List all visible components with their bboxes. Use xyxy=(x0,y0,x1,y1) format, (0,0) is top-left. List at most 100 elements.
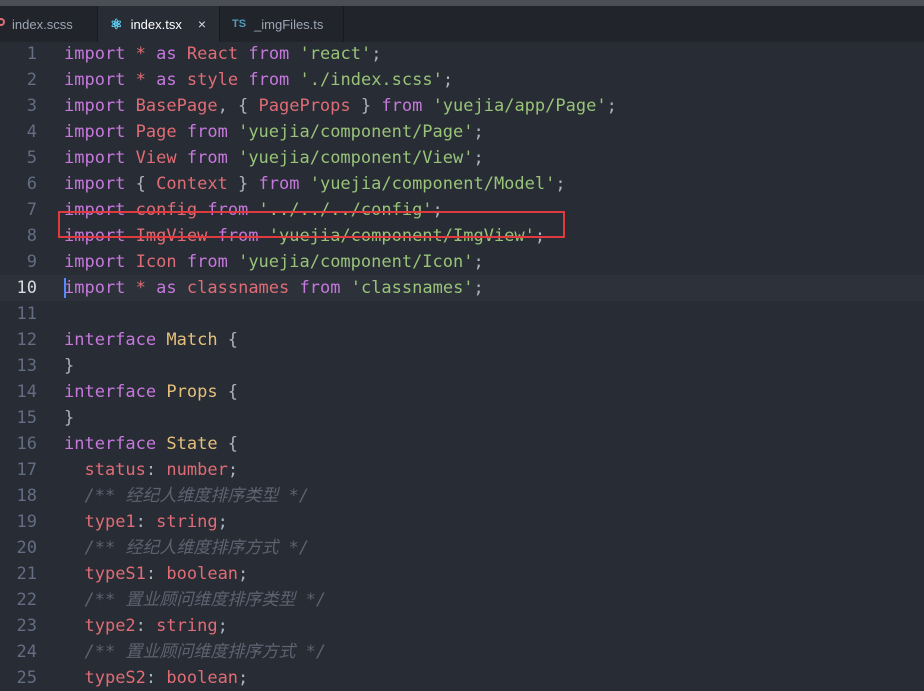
code-line[interactable]: 10 import * as classnames from 'classname… xyxy=(0,275,924,301)
code-token: { xyxy=(217,330,239,350)
code-text: import * as classnames from 'classnames'… xyxy=(64,275,484,301)
code-token: as xyxy=(156,278,177,298)
code-token: ; xyxy=(473,252,484,272)
code-token: type1 xyxy=(84,512,136,532)
code-token: interface xyxy=(64,434,157,454)
code-token: type2 xyxy=(84,616,136,636)
line-number: 5 xyxy=(26,148,37,168)
code-line[interactable]: 24 /** 置业顾问维度排序方式 */ xyxy=(0,639,924,665)
code-line[interactable]: 12 interface Match { xyxy=(0,327,924,353)
code-token: 'yuejia/component/View' xyxy=(238,148,474,168)
code-token: import xyxy=(64,252,126,272)
code-line[interactable]: 3 import BasePage, { PageProps } from 'yu… xyxy=(0,93,924,119)
code-line[interactable]: 13} xyxy=(0,353,924,379)
code-token: View xyxy=(135,148,177,168)
code-token: as xyxy=(156,44,177,64)
line-number: 1 xyxy=(26,44,37,64)
code-token: ; xyxy=(217,616,228,636)
code-token: 'classnames' xyxy=(350,278,474,298)
code-token: import xyxy=(64,44,126,64)
line-number: 13 xyxy=(16,356,37,376)
line-number: 22 xyxy=(16,590,37,610)
code-line[interactable]: 22 /** 置业顾问维度排序类型 */ xyxy=(0,587,924,613)
code-token: import xyxy=(64,122,126,142)
code-text: interface Props { xyxy=(64,379,238,405)
code-text: import View from 'yuejia/component/View'… xyxy=(64,145,484,171)
code-token: import xyxy=(64,148,126,168)
code-line[interactable]: 2 import * as style from './index.scss'; xyxy=(0,67,924,93)
code-line[interactable]: 17 status: number; xyxy=(0,457,924,483)
tab-label: index.tsx xyxy=(130,16,182,32)
tab-label: _imgFiles.ts xyxy=(254,16,324,32)
code-token: ; xyxy=(238,564,249,584)
code-line[interactable]: 11 xyxy=(0,301,924,327)
code-token: /** 经纪人维度排序方式 */ xyxy=(84,538,310,558)
code-line[interactable]: 21 typeS1: boolean; xyxy=(0,561,924,587)
code-line[interactable]: 5 import View from 'yuejia/component/View… xyxy=(0,145,924,171)
code-line[interactable]: 14 interface Props { xyxy=(0,379,924,405)
code-token: string xyxy=(156,512,218,532)
code-editor[interactable]: 1 import * as React from 'react'; 2 import … xyxy=(0,41,924,688)
code-text: /** 经纪人维度排序类型 */ xyxy=(64,483,309,509)
code-line[interactable]: 23 type2: string; xyxy=(0,613,924,639)
code-text: interface State { xyxy=(64,431,238,457)
code-token: typeS1 xyxy=(84,564,146,584)
code-token: style xyxy=(186,70,239,90)
code-token: * xyxy=(135,44,146,64)
code-token: from xyxy=(299,278,341,298)
code-line[interactable]: 20 /** 经纪人维度排序方式 */ xyxy=(0,535,924,561)
code-token: : xyxy=(145,668,167,688)
line-number: 6 xyxy=(26,174,37,194)
code-line[interactable]: 4 import Page from 'yuejia/component/Page… xyxy=(0,119,924,145)
code-token: : xyxy=(145,564,167,584)
code-text: import { Context } from 'yuejia/componen… xyxy=(64,171,566,197)
code-token: 'yuejia/component/Icon' xyxy=(238,252,474,272)
line-number: 8 xyxy=(26,226,37,246)
code-token: './index.scss' xyxy=(299,70,443,90)
code-text: typeS2: boolean; xyxy=(64,665,248,691)
code-token: PageProps xyxy=(258,96,351,116)
code-token: status xyxy=(84,460,146,480)
code-token: 'yuejia/app/Page' xyxy=(432,96,607,116)
tab-index-scss[interactable]: index.scss xyxy=(0,6,98,42)
code-text: /** 置业顾问维度排序类型 */ xyxy=(64,587,326,613)
tab-index-tsx[interactable]: ⚛ index.tsx × xyxy=(98,6,220,42)
code-token: } xyxy=(64,408,75,428)
code-token: ; xyxy=(473,122,484,142)
code-token: * xyxy=(135,278,146,298)
code-token: Page xyxy=(135,122,177,142)
code-line[interactable]: 6 import { Context } from 'yuejia/compone… xyxy=(0,171,924,197)
code-token: : xyxy=(135,616,157,636)
code-line[interactable]: 18 /** 经纪人维度排序类型 */ xyxy=(0,483,924,509)
code-line[interactable]: 19 type1: string; xyxy=(0,509,924,535)
close-icon[interactable]: × xyxy=(198,16,206,32)
code-text: import BasePage, { PageProps } from 'yue… xyxy=(64,93,617,119)
code-line[interactable]: 9 import Icon from 'yuejia/component/Icon… xyxy=(0,249,924,275)
code-line[interactable]: 1 import * as React from 'react'; xyxy=(0,41,924,67)
code-token: interface xyxy=(64,382,157,402)
line-number: 16 xyxy=(16,434,37,454)
code-line[interactable]: 16 interface State { xyxy=(0,431,924,457)
line-number: 18 xyxy=(16,486,37,506)
code-line[interactable]: 15} xyxy=(0,405,924,431)
tab-imgfiles-ts[interactable]: TS _imgFiles.ts xyxy=(220,6,344,42)
code-line[interactable]: 25 typeS2: boolean; xyxy=(0,665,924,691)
highlight-box xyxy=(58,211,565,238)
code-text: import * as style from './index.scss'; xyxy=(64,67,453,93)
code-token: ; xyxy=(473,148,484,168)
code-text: type1: string; xyxy=(64,509,227,535)
code-token: /** 置业顾问维度排序方式 */ xyxy=(84,642,327,662)
